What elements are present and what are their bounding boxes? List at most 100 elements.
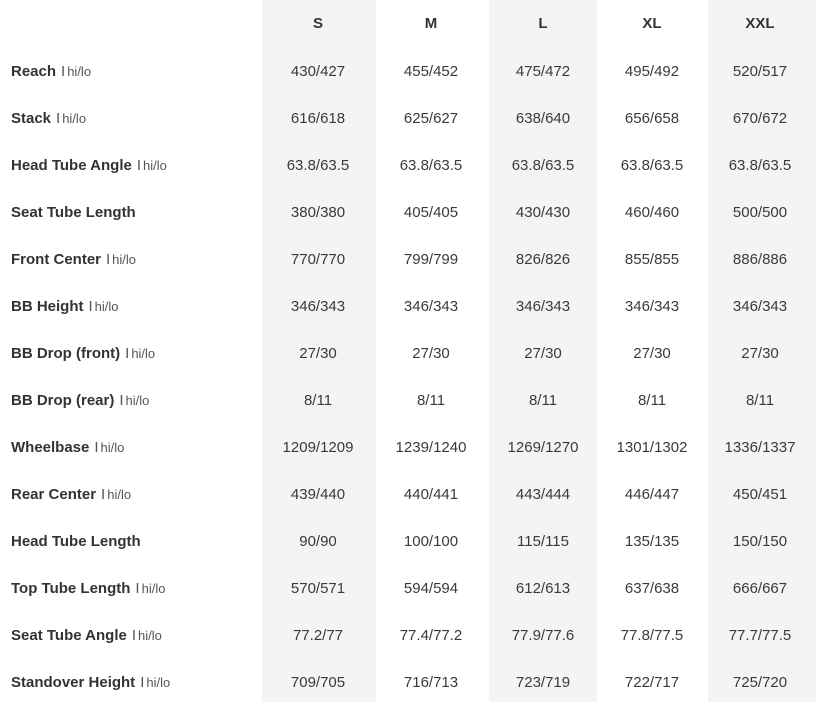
row-label-name: Standover Height (11, 674, 136, 691)
table-cell: 346/343 (624, 298, 680, 315)
table-cell: 495/492 (624, 63, 680, 80)
table-cell: 1209/1209 (282, 439, 354, 456)
table-cell: 77.9/77.6 (511, 627, 575, 644)
row-label-name: Head Tube Length (11, 533, 141, 550)
size-header-xl: XL (642, 15, 662, 32)
row-label-separator: I (140, 674, 145, 691)
row-label-unit: hi/lo (107, 487, 132, 502)
row-label-name: Rear Center (11, 486, 97, 503)
table-cell: 405/405 (403, 204, 459, 221)
row-label: Seat Tube Angle Ihi/lo (11, 627, 162, 644)
table-cell: 63.8/63.5 (286, 157, 350, 174)
row-label-unit: hi/lo (138, 628, 162, 643)
table-cell: 637/638 (624, 580, 680, 597)
table-cell: 430/430 (515, 204, 571, 221)
row-label: Reach Ihi/lo (11, 63, 91, 80)
row-label-unit: hi/lo (67, 64, 92, 79)
row-label-separator: I (125, 345, 130, 362)
table-cell: 27/30 (412, 345, 450, 362)
row-label: BB Height Ihi/lo (11, 298, 119, 315)
row-label-name: Wheelbase (11, 439, 90, 456)
size-header-xxl: XXL (745, 15, 775, 32)
row-label-separator: I (136, 157, 142, 174)
table-cell: 440/441 (403, 486, 459, 503)
row-label-separator: I (56, 110, 61, 127)
table-row: Standover Height Ihi/lo 709/705 716/713 723/… (0, 659, 817, 706)
table-cell: 855/855 (624, 251, 680, 268)
table-cell: 616/618 (290, 110, 346, 127)
row-label: Wheelbase Ihi/lo (11, 439, 124, 456)
table-row: BB Height Ihi/lo 346/343 346/343 346/343 346/… (0, 283, 817, 330)
table-cell: 380/380 (290, 204, 346, 221)
table-cell: 723/719 (515, 674, 571, 691)
table-cell: 439/440 (290, 486, 346, 503)
table-cell: 455/452 (403, 63, 459, 80)
row-label-unit: hi/lo (112, 252, 137, 267)
table-cell: 8/11 (745, 392, 775, 409)
row-label-unit: hi/lo (131, 346, 156, 361)
table-cell: 799/799 (403, 251, 459, 268)
table-cell: 443/444 (515, 486, 571, 503)
row-label-name: Reach (11, 63, 57, 80)
table-row: Wheelbase Ihi/lo 1209/1209 1239/1240 1269/12… (0, 424, 817, 471)
table-cell: 8/11 (416, 392, 446, 409)
table-cell: 886/886 (732, 251, 788, 268)
row-label: Head Tube Angle Ihi/lo (11, 157, 167, 174)
table-cell: 346/343 (732, 298, 788, 315)
table-cell: 150/150 (732, 533, 788, 550)
row-label: Top Tube Length Ihi/lo (11, 580, 165, 597)
row-label: Head Tube Length (11, 533, 141, 550)
table-cell: 716/713 (403, 674, 459, 691)
table-cell: 27/30 (633, 345, 671, 362)
row-label-name: Top Tube Length (11, 580, 131, 597)
row-label-unit: hi/lo (125, 393, 150, 408)
table-row: BB Drop (rear) Ihi/lo 8/11 8/11 8/11 8/11 8/11 (0, 377, 817, 424)
table-cell: 8/11 (303, 392, 333, 409)
row-label-name: Seat Tube Angle (11, 627, 127, 644)
row-label-separator: I (106, 251, 111, 268)
table-cell: 475/472 (515, 63, 571, 80)
table-cell: 725/720 (732, 674, 788, 691)
row-label-name: Stack (11, 110, 52, 127)
table-cell: 594/594 (403, 580, 459, 597)
table-cell: 135/135 (624, 533, 680, 550)
table-row: Rear Center Ihi/lo 439/440 440/441 443/444 44… (0, 471, 817, 518)
table-cell: 77.4/77.2 (399, 627, 463, 644)
table-cell: 77.8/77.5 (620, 627, 684, 644)
row-label-separator: I (88, 298, 93, 315)
table-row: BB Drop (front) Ihi/lo 27/30 27/30 27/30 27/3… (0, 330, 817, 377)
table-cell: 8/11 (528, 392, 558, 409)
table-cell: 625/627 (403, 110, 459, 127)
row-label-name: Head Tube Angle (11, 157, 132, 174)
table-cell: 446/447 (624, 486, 680, 503)
row-label-unit: hi/lo (141, 581, 166, 596)
row-label-separator: I (101, 486, 106, 503)
table-cell: 670/672 (732, 110, 788, 127)
row-label: Rear Center Ihi/lo (11, 486, 131, 503)
table-row: Seat Tube Length 380/380 405/405 430/430 460… (0, 189, 817, 236)
table-cell: 8/11 (637, 392, 667, 409)
table-cell: 27/30 (741, 345, 779, 362)
geometry-table: S M L XL XXL Reach Ihi/lo 430/427 455/452 475/47… (0, 0, 817, 702)
table-cell: 1239/1240 (395, 439, 467, 456)
row-label-name: BB Drop (rear) (11, 392, 115, 409)
row-label-name: BB Height (11, 298, 84, 315)
row-label-unit: hi/lo (146, 675, 171, 690)
row-label-separator: I (135, 580, 140, 597)
table-cell: 1336/1337 (724, 439, 796, 456)
row-label-name: Seat Tube Length (11, 204, 136, 221)
row-label-unit: hi/lo (62, 111, 87, 126)
table-cell: 826/826 (515, 251, 571, 268)
table-row: Head Tube Length 90/90 100/100 115/115 135/1… (0, 518, 817, 565)
table-cell: 666/667 (732, 580, 788, 597)
table-cell: 77.2/77 (292, 627, 344, 644)
row-label: Standover Height Ihi/lo (11, 674, 170, 691)
table-cell: 63.8/63.5 (511, 157, 575, 174)
size-header-m: M (424, 15, 438, 32)
table-cell: 1269/1270 (507, 439, 579, 456)
row-label-separator: I (61, 63, 66, 80)
table-cell: 430/427 (290, 63, 346, 80)
row-label-unit: hi/lo (94, 299, 119, 314)
table-row: Stack Ihi/lo 616/618 625/627 638/640 656/658 6… (0, 95, 817, 142)
table-cell: 570/571 (290, 580, 346, 597)
